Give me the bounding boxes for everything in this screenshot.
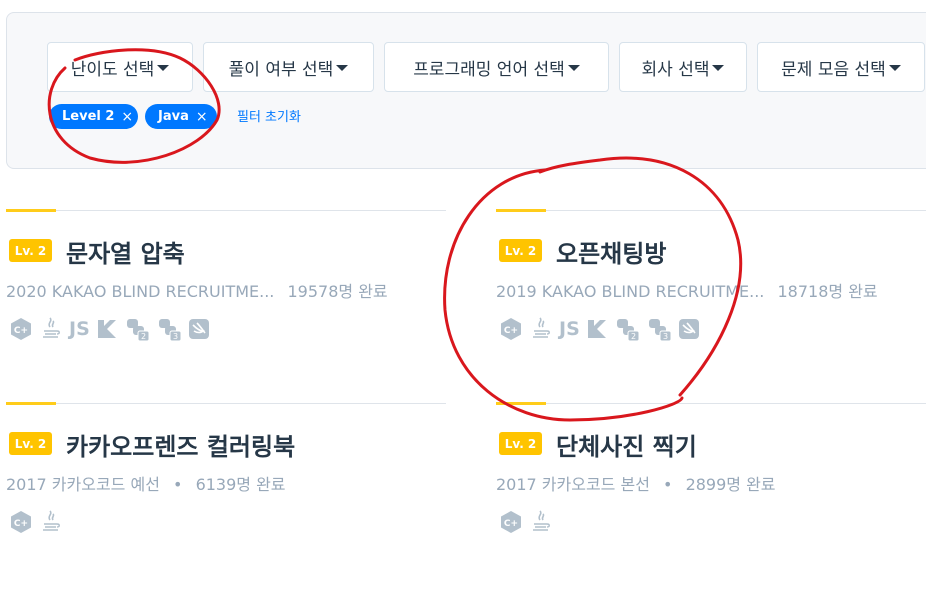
cpp-icon: C+ bbox=[9, 317, 33, 341]
card-accent bbox=[496, 402, 546, 405]
filter-chip-label: Java bbox=[158, 109, 189, 124]
close-icon[interactable]: × bbox=[121, 109, 133, 125]
java-icon bbox=[39, 509, 63, 535]
solved-dropdown[interactable]: 풀이 여부 선택 bbox=[203, 42, 374, 92]
svg-text:C+: C+ bbox=[504, 519, 518, 529]
language-icons: C+ JS 2 3 bbox=[9, 316, 210, 342]
company-dropdown-label: 회사 선택 bbox=[641, 59, 710, 80]
level-badge: Lv. 2 bbox=[9, 432, 52, 455]
problem-source: 2017 카카오코드 본선 bbox=[496, 475, 650, 494]
divider bbox=[496, 403, 926, 404]
caret-down-icon bbox=[336, 65, 349, 71]
completed-count: 19578명 완료 bbox=[287, 282, 388, 301]
python2-icon: 2 bbox=[124, 316, 150, 342]
kotlin-icon bbox=[586, 318, 608, 340]
python2-icon: 2 bbox=[614, 316, 640, 342]
python3-icon: 3 bbox=[646, 316, 672, 342]
level-badge: Lv. 2 bbox=[499, 239, 542, 262]
filter-chip-level[interactable]: Level 2 × bbox=[49, 104, 138, 129]
collection-dropdown[interactable]: 문제 모음 선택 bbox=[757, 42, 925, 92]
language-icons: C+ bbox=[499, 509, 553, 535]
completed-count: 2899명 완료 bbox=[685, 475, 776, 494]
language-icons: C+ JS 2 3 bbox=[499, 316, 700, 342]
difficulty-dropdown[interactable]: 난이도 선택 bbox=[47, 42, 193, 92]
separator-dot: • bbox=[173, 475, 183, 494]
problem-meta: 2017 카카오코드 본선 • 2899명 완료 bbox=[496, 471, 776, 495]
problem-title[interactable]: 카카오프렌즈 컬러링북 bbox=[66, 427, 295, 462]
js-icon: JS bbox=[559, 318, 580, 340]
swift-icon bbox=[678, 318, 700, 340]
divider bbox=[6, 403, 446, 404]
language-icons: C+ bbox=[9, 509, 63, 535]
svg-text:3: 3 bbox=[663, 332, 668, 341]
close-icon[interactable]: × bbox=[196, 109, 208, 125]
swift-icon bbox=[188, 318, 210, 340]
js-icon: JS bbox=[69, 318, 90, 340]
completed-count: 6139명 완료 bbox=[195, 475, 286, 494]
problem-source: 2019 KAKAO BLIND RECRUITME... bbox=[496, 282, 765, 301]
java-icon bbox=[529, 509, 553, 535]
completed-count: 18718명 완료 bbox=[777, 282, 878, 301]
problem-source: 2017 카카오코드 예선 bbox=[6, 475, 160, 494]
separator-dot: • bbox=[663, 475, 673, 494]
svg-text:2: 2 bbox=[141, 332, 146, 341]
language-dropdown-label: 프로그래밍 언어 선택 bbox=[413, 59, 565, 80]
svg-text:C+: C+ bbox=[504, 326, 518, 336]
problem-source: 2020 KAKAO BLIND RECRUITME... bbox=[6, 282, 275, 301]
cpp-icon: C+ bbox=[9, 510, 33, 534]
svg-text:3: 3 bbox=[173, 332, 178, 341]
company-dropdown[interactable]: 회사 선택 bbox=[619, 42, 747, 92]
problem-meta: 2017 카카오코드 예선 • 6139명 완료 bbox=[6, 471, 286, 495]
reset-filters-link[interactable]: 필터 초기화 bbox=[237, 106, 301, 125]
problem-meta: 2020 KAKAO BLIND RECRUITME... 19578명 완료 bbox=[6, 278, 388, 302]
problem-meta: 2019 KAKAO BLIND RECRUITME... 18718명 완료 bbox=[496, 278, 878, 302]
divider bbox=[6, 210, 446, 211]
kotlin-icon bbox=[96, 318, 118, 340]
svg-text:2: 2 bbox=[631, 332, 636, 341]
caret-down-icon bbox=[888, 65, 901, 71]
filter-chip-label: Level 2 bbox=[62, 109, 115, 124]
problem-title[interactable]: 단체사진 찍기 bbox=[556, 427, 697, 462]
java-icon bbox=[529, 316, 553, 342]
solved-dropdown-label: 풀이 여부 선택 bbox=[228, 59, 334, 80]
caret-down-icon bbox=[567, 65, 580, 71]
level-badge: Lv. 2 bbox=[499, 432, 542, 455]
python3-icon: 3 bbox=[156, 316, 182, 342]
language-dropdown[interactable]: 프로그래밍 언어 선택 bbox=[384, 42, 609, 92]
level-badge: Lv. 2 bbox=[9, 239, 52, 262]
caret-down-icon bbox=[712, 65, 725, 71]
svg-text:C+: C+ bbox=[14, 519, 28, 529]
card-accent bbox=[496, 209, 546, 212]
card-accent bbox=[6, 209, 56, 212]
difficulty-dropdown-label: 난이도 선택 bbox=[70, 59, 155, 80]
collection-dropdown-label: 문제 모음 선택 bbox=[781, 59, 886, 80]
problem-title[interactable]: 문자열 압축 bbox=[66, 234, 185, 269]
divider bbox=[496, 210, 926, 211]
problem-title[interactable]: 오픈채팅방 bbox=[556, 234, 666, 269]
filter-chip-language[interactable]: Java × bbox=[145, 104, 217, 129]
svg-text:C+: C+ bbox=[14, 326, 28, 336]
cpp-icon: C+ bbox=[499, 317, 523, 341]
caret-down-icon bbox=[157, 65, 170, 71]
card-accent bbox=[6, 402, 56, 405]
java-icon bbox=[39, 316, 63, 342]
cpp-icon: C+ bbox=[499, 510, 523, 534]
